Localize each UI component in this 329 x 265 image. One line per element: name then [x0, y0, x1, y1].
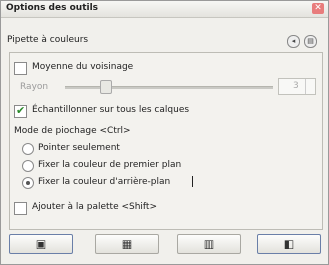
- radio-set-background[interactable]: [22, 177, 34, 189]
- radio-selected-dot: [26, 181, 30, 185]
- reset-icon: ◧: [283, 237, 295, 251]
- pick-mode-label: Mode de piochage <Ctrl>: [14, 126, 131, 136]
- checkmark-icon: ✔: [16, 104, 26, 117]
- restore-options-button[interactable]: ▦: [95, 234, 159, 254]
- window-title: Options des outils: [6, 3, 99, 13]
- radius-slider-track[interactable]: [65, 86, 273, 89]
- dock-config-button[interactable]: ▤: [304, 35, 317, 48]
- sample-merged-label: Échantillonner sur tous les calques: [32, 105, 190, 115]
- radius-label: Rayon: [20, 82, 49, 92]
- dockable-header: Pipette à couleurs ◂ ▤: [4, 35, 324, 49]
- radio-set-foreground-label: Fixer la couleur de premier plan: [38, 160, 182, 170]
- delete-icon: ▥: [203, 237, 215, 251]
- delete-options-button[interactable]: ▥: [177, 234, 241, 254]
- options-panel: Moyenne du voisinage Rayon 3 ✔ Échantill…: [9, 52, 323, 230]
- radius-slider-thumb[interactable]: [100, 80, 112, 94]
- title-bar[interactable]: Options des outils ✕: [1, 1, 328, 18]
- radio-set-background-label: Fixer la couleur d'arrière-plan: [38, 177, 171, 187]
- close-icon: ✕: [314, 3, 322, 13]
- radius-spinbox[interactable]: 3: [278, 78, 316, 95]
- sample-average-checkbox[interactable]: [14, 62, 27, 75]
- sample-merged-checkbox[interactable]: ✔: [14, 104, 27, 118]
- radio-pick-only[interactable]: [22, 143, 34, 155]
- chevron-left-icon: ◂: [291, 37, 296, 45]
- radio-set-foreground[interactable]: [22, 160, 34, 172]
- save-icon: ▣: [35, 237, 47, 251]
- sample-average-label: Moyenne du voisinage: [32, 62, 134, 72]
- restore-icon: ▦: [121, 237, 133, 251]
- bottom-button-bar: ▣ ▦ ▥ ◧: [9, 234, 321, 254]
- radio-pick-only-label: Pointer seulement: [38, 143, 120, 153]
- reset-options-button[interactable]: ◧: [257, 234, 321, 254]
- radius-value: 3: [293, 81, 299, 91]
- save-options-button[interactable]: ▣: [9, 234, 73, 254]
- dockable-title: Pipette à couleurs: [7, 35, 89, 45]
- focus-indicator: [192, 176, 193, 187]
- dock-menu-button[interactable]: ◂: [287, 35, 300, 48]
- tab-menu-icon: ▤: [307, 37, 314, 45]
- add-to-palette-checkbox[interactable]: [14, 202, 27, 215]
- add-to-palette-label: Ajouter à la palette <Shift>: [32, 202, 158, 212]
- close-button[interactable]: ✕: [312, 3, 324, 14]
- tool-options-window: Options des outils ✕ Pipette à couleurs …: [0, 0, 329, 265]
- spin-arrows-icon[interactable]: [305, 79, 315, 94]
